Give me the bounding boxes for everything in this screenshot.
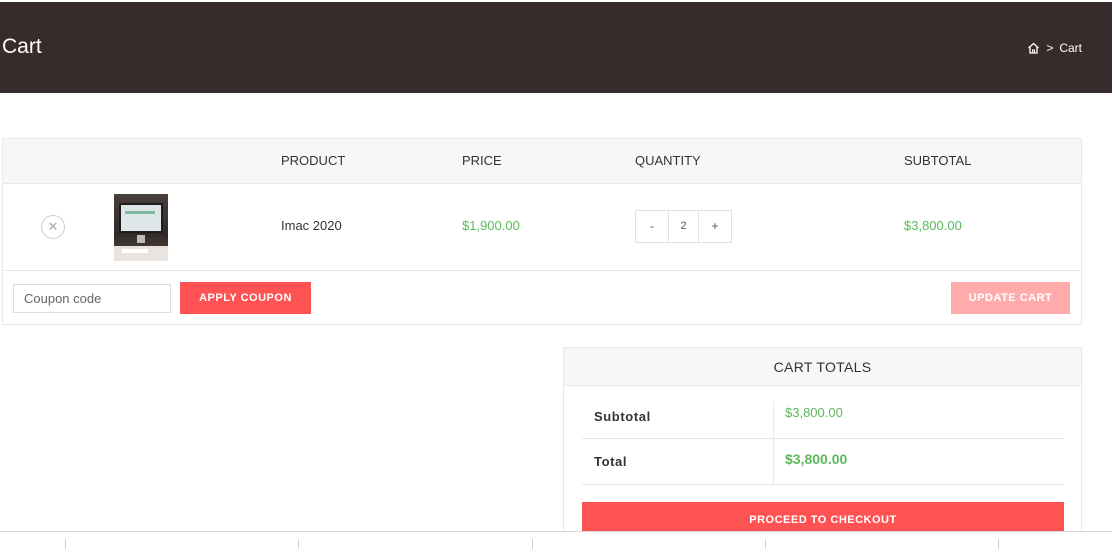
coupon-code-input[interactable] <box>13 284 171 313</box>
breadcrumb: > Cart <box>1027 41 1082 55</box>
imac-stand-graphic <box>137 235 145 243</box>
divider-tick <box>65 539 66 549</box>
cart-totals: CART TOTALS Subtotal $3,800.00 Total $3,… <box>563 347 1082 547</box>
column-header-quantity: QUANTITY <box>635 153 701 168</box>
divider-tick <box>765 539 766 549</box>
totals-total-value: $3,800.00 <box>785 451 848 467</box>
close-icon[interactable]: ✕ <box>41 215 65 239</box>
quantity-input[interactable]: 2 <box>668 211 699 242</box>
divider-tick <box>532 539 533 549</box>
divider-tick <box>298 539 299 549</box>
product-price: $1,900.00 <box>462 218 520 233</box>
column-header-product: PRODUCT <box>281 153 346 168</box>
totals-subtotal-row: Subtotal $3,800.00 <box>582 401 1064 439</box>
column-divider <box>773 401 774 438</box>
home-icon[interactable] <box>1027 42 1040 54</box>
update-cart-button[interactable]: UPDATE CART <box>951 282 1070 314</box>
cart-table: PRODUCT PRICE QUANTITY SUBTOTAL ✕ Imac 2… <box>2 138 1082 325</box>
totals-subtotal-value: $3,800.00 <box>785 405 843 420</box>
cart-actions: APPLY COUPON UPDATE CART <box>3 271 1081 326</box>
quantity-stepper: - 2 + <box>635 210 732 243</box>
totals-total-label: Total <box>594 454 628 469</box>
product-name[interactable]: Imac 2020 <box>281 218 342 233</box>
bottom-divider <box>0 531 1112 549</box>
line-subtotal: $3,800.00 <box>904 218 962 233</box>
imac-screen-graphic <box>119 203 163 233</box>
totals-total-row: Total $3,800.00 <box>582 439 1064 485</box>
breadcrumb-separator: > <box>1046 41 1054 55</box>
quantity-plus-button[interactable]: + <box>699 211 731 242</box>
cart-totals-title: CART TOTALS <box>564 348 1081 386</box>
table-row: ✕ Imac 2020 $1,900.00 - 2 + $3,800.00 <box>3 184 1081 271</box>
product-thumbnail[interactable] <box>114 194 168 261</box>
column-header-subtotal: SUBTOTAL <box>904 153 972 168</box>
cart-table-header: PRODUCT PRICE QUANTITY SUBTOTAL <box>3 139 1081 184</box>
page-title: Cart <box>2 35 42 58</box>
page-header: Cart > Cart <box>0 2 1112 93</box>
column-header-price: PRICE <box>462 153 502 168</box>
apply-coupon-button[interactable]: APPLY COUPON <box>180 282 311 314</box>
column-divider <box>773 439 774 484</box>
keyboard-graphic <box>122 249 148 253</box>
breadcrumb-current: Cart <box>1059 41 1082 55</box>
quantity-minus-button[interactable]: - <box>636 211 668 242</box>
divider-tick <box>998 539 999 549</box>
totals-subtotal-label: Subtotal <box>594 409 651 424</box>
